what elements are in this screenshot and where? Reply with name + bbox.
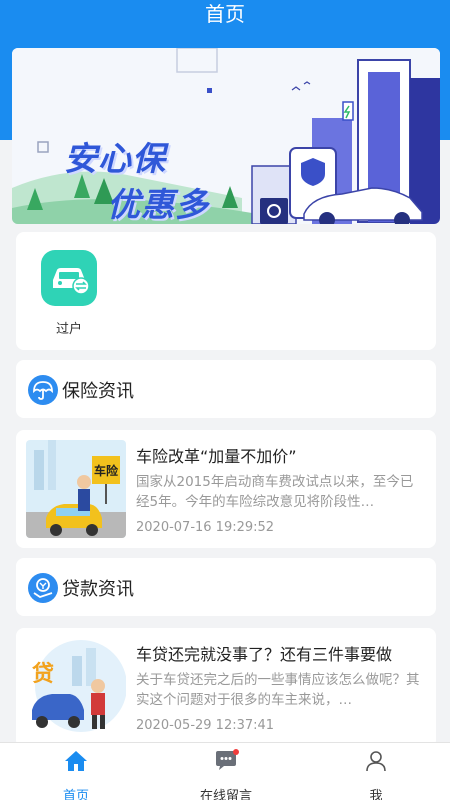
news-thumbnail-sign: 贷 bbox=[32, 662, 55, 687]
tab-label: 首页 bbox=[62, 789, 89, 800]
car-transfer-icon bbox=[41, 250, 97, 306]
news-thumbnail: 车险 bbox=[26, 440, 126, 538]
quick-action-transfer[interactable]: 过户 bbox=[38, 250, 100, 337]
quick-actions-card: 过户 bbox=[16, 232, 436, 350]
news-summary: 关于车贷还完之后的一些事情应该怎么做呢？其实这个问题对于很多的车主来说，… bbox=[136, 672, 420, 708]
bottom-tab-bar: 首页 在线留言 我 bbox=[0, 742, 450, 800]
promo-banner[interactable]: 安心保 优惠多 bbox=[12, 48, 440, 224]
section-insurance-news[interactable]: 保险资讯 bbox=[16, 360, 436, 418]
page-title: 首页 bbox=[205, 2, 245, 26]
section-title: 贷款资讯 bbox=[62, 579, 134, 600]
notification-badge bbox=[233, 749, 239, 755]
tab-profile[interactable]: 我 bbox=[321, 749, 431, 800]
tab-label: 我 bbox=[369, 789, 383, 800]
home-icon bbox=[21, 749, 131, 775]
news-thumbnail: 贷 bbox=[26, 638, 126, 736]
loan-icon bbox=[28, 573, 58, 603]
news-item-insurance[interactable]: 车险 车险改革“加量不加价” 国家从2015年启动商车费改试点以来，至今已经5年… bbox=[16, 430, 436, 548]
news-date: 2020-07-16 19:29:52 bbox=[136, 520, 275, 535]
news-title: 车险改革“加量不加价” bbox=[136, 447, 297, 466]
chat-icon bbox=[171, 749, 281, 775]
section-title: 保险资讯 bbox=[62, 381, 134, 402]
news-thumbnail-sign: 车险 bbox=[94, 464, 119, 478]
tab-messages[interactable]: 在线留言 bbox=[171, 749, 281, 800]
user-icon bbox=[321, 749, 431, 775]
news-item-loan[interactable]: 贷 车贷还完就没事了？还有三件事要做 关于车贷还完之后的一些事情应该怎么做呢？其… bbox=[16, 628, 436, 748]
banner-line-2: 优惠多 bbox=[107, 185, 209, 224]
section-loan-news[interactable]: 贷款资讯 bbox=[16, 558, 436, 616]
quick-action-label: 过户 bbox=[55, 322, 82, 337]
umbrella-icon bbox=[28, 375, 58, 405]
tab-label: 在线留言 bbox=[199, 789, 252, 800]
news-summary: 国家从2015年启动商车费改试点以来，至今已经5年。今年的车险综改意见将阶段性… bbox=[136, 474, 414, 510]
news-title: 车贷还完就没事了？还有三件事要做 bbox=[136, 645, 393, 664]
news-date: 2020-05-29 12:37:41 bbox=[136, 718, 275, 733]
banner-line-1: 安心保 bbox=[64, 139, 166, 178]
tab-home[interactable]: 首页 bbox=[21, 749, 131, 800]
